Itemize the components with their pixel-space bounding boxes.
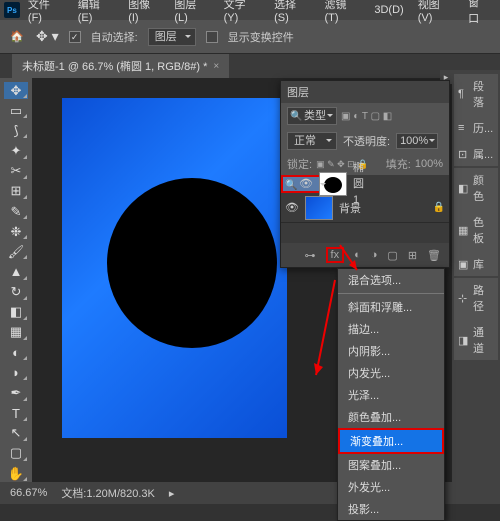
home-icon[interactable]: 🏠 [8, 28, 26, 46]
adjustment-icon[interactable]: ◑ [371, 249, 378, 261]
fx-gradient-overlay[interactable]: 渐变叠加... [338, 428, 444, 454]
group-icon[interactable]: ▢ [387, 249, 397, 262]
menu-layer[interactable]: 图层(L) [168, 0, 215, 26]
type-tool[interactable]: T [4, 405, 28, 422]
lasso-tool[interactable]: ⟆ [4, 122, 28, 139]
auto-select-label: 自动选择: [91, 29, 138, 45]
panel-history[interactable]: ≡历... [456, 119, 496, 137]
gradient-tool[interactable]: ▦ [4, 324, 28, 341]
visibility-icon[interactable]: 👁 [299, 176, 313, 192]
tab-title: 未标题-1 @ 66.7% (椭圆 1, RGB/8#) * [22, 58, 207, 74]
visibility-icon[interactable]: 👁 [285, 201, 299, 214]
layer-list: 👁 椭圆 1 👁 背景 🔒 [281, 175, 449, 243]
auto-select-checkbox[interactable] [69, 31, 81, 43]
marquee-tool[interactable]: ▭ [4, 102, 28, 119]
menu-bar: Ps 文件(F) 编辑(E) 图像(I) 图层(L) 文字(Y) 选择(S) 滤… [0, 0, 500, 20]
close-tab-icon[interactable]: × [213, 61, 219, 72]
panel-swatches[interactable]: ▦色板 [456, 213, 496, 247]
fx-pattern-overlay[interactable]: 图案叠加... [338, 454, 444, 476]
fx-outer-glow[interactable]: 外发光... [338, 476, 444, 498]
new-layer-icon[interactable]: ⊞ [408, 249, 417, 262]
auto-select-dropdown[interactable]: 图层 [148, 28, 196, 46]
fx-satin[interactable]: 光泽... [338, 384, 444, 406]
panel-properties[interactable]: ⊡属... [456, 145, 496, 163]
fx-context-menu: 混合选项... 斜面和浮雕... 描边... 内阴影... 内发光... 光泽.… [337, 268, 445, 521]
menu-type[interactable]: 文字(Y) [218, 0, 266, 26]
panel-paragraph[interactable]: ¶段落 [456, 77, 496, 111]
panel-color[interactable]: ◧颜色 [456, 171, 496, 205]
right-panel-strip: ¶段落 ≡历... ⊡属... ◧颜色 ▦色板 ▣库 ⊹路径 ◨通道 [452, 70, 500, 482]
magic-wand-tool[interactable]: ✦ [4, 142, 28, 159]
stamp-tool[interactable]: ▲ [4, 263, 28, 280]
layer-thumbnail[interactable] [319, 172, 347, 196]
fill-value[interactable]: 100% [415, 158, 443, 170]
move-tool[interactable]: ✥ [4, 82, 28, 99]
document-tab-bar: 未标题-1 @ 66.7% (椭圆 1, RGB/8#) * × [0, 54, 500, 78]
app-logo: Ps [4, 2, 20, 18]
menu-select[interactable]: 选择(S) [268, 0, 316, 26]
show-transform-checkbox[interactable] [206, 31, 218, 43]
status-chevron-icon[interactable]: ▸ [169, 487, 175, 500]
opacity-value[interactable]: 100% [396, 133, 438, 149]
history-brush-tool[interactable]: ↻ [4, 284, 28, 301]
eraser-tool[interactable]: ◧ [4, 304, 28, 321]
pen-tool[interactable]: ✒ [4, 384, 28, 401]
menu-image[interactable]: 图像(I) [122, 0, 166, 26]
toolbox: ✥ ▭ ⟆ ✦ ✂ ⊞ ✎ ❉ 🖌 ▲ ↻ ◧ ▦ ◐ ◗ ✒ T ↖ ▢ ✋ [0, 78, 32, 482]
fx-stroke[interactable]: 描边... [338, 318, 444, 340]
link-layers-icon[interactable]: ⊶ [305, 249, 316, 262]
doc-size: 文档:1.20M/820.3K [61, 485, 155, 501]
zoom-level[interactable]: 66.67% [10, 487, 47, 499]
layer-filter-icons[interactable]: ▣ ◐ T ▢ ◧ [341, 111, 392, 122]
blend-mode-dropdown[interactable]: 正常 [287, 132, 337, 150]
opacity-label: 不透明度: [343, 133, 390, 149]
menu-filter[interactable]: 滤镜(T) [319, 0, 367, 26]
fill-label: 填充: [386, 156, 411, 172]
panel-channels[interactable]: ◨通道 [456, 323, 496, 357]
eyedropper-tool[interactable]: ✎ [4, 203, 28, 220]
layer-ellipse[interactable]: 👁 椭圆 1 [281, 175, 331, 193]
dodge-tool[interactable]: ◗ [4, 364, 28, 381]
document-tab[interactable]: 未标题-1 @ 66.7% (椭圆 1, RGB/8#) * × [12, 54, 229, 78]
frame-tool[interactable]: ⊞ [4, 183, 28, 200]
panel-libraries[interactable]: ▣库 [456, 255, 496, 273]
hand-tool[interactable]: ✋ [4, 465, 28, 482]
menu-3d[interactable]: 3D(D) [368, 2, 409, 18]
fx-drop-shadow[interactable]: 投影... [338, 498, 444, 520]
menu-view[interactable]: 视图(V) [412, 0, 460, 26]
mask-icon[interactable]: ◐ [354, 249, 361, 261]
healing-tool[interactable]: ❉ [4, 223, 28, 240]
layers-footer: ⊶ fx ◐ ◑ ▢ ⊞ 🗑 [281, 243, 449, 267]
menu-window[interactable]: 窗口 [462, 0, 496, 28]
menu-file[interactable]: 文件(F) [22, 0, 70, 26]
layers-panel-title: 图层 [281, 81, 449, 103]
fx-button[interactable]: fx [326, 247, 345, 263]
menu-edit[interactable]: 编辑(E) [72, 0, 120, 26]
layer-filter-type[interactable]: 类型 [287, 107, 337, 125]
lock-label: 锁定: [287, 156, 312, 172]
fx-inner-glow[interactable]: 内发光... [338, 362, 444, 384]
panel-paths[interactable]: ⊹路径 [456, 281, 496, 315]
fx-blend-options[interactable]: 混合选项... [338, 269, 444, 291]
canvas[interactable] [62, 98, 287, 438]
fx-color-overlay[interactable]: 颜色叠加... [338, 406, 444, 428]
blur-tool[interactable]: ◐ [4, 344, 28, 361]
path-tool[interactable]: ↖ [4, 425, 28, 442]
layer-name[interactable]: 椭圆 1 [353, 160, 364, 208]
ellipse-shape[interactable] [107, 178, 277, 348]
layer-background[interactable]: 👁 背景 🔒 [281, 193, 449, 223]
layer-thumbnail[interactable] [305, 196, 333, 220]
fx-inner-shadow[interactable]: 内阴影... [338, 340, 444, 362]
lock-icon: 🔒 [433, 202, 445, 213]
show-transform-label: 显示变换控件 [228, 29, 294, 45]
shape-tool[interactable]: ▢ [4, 445, 28, 462]
crop-tool[interactable]: ✂ [4, 163, 28, 180]
brush-tool[interactable]: 🖌 [4, 243, 28, 260]
delete-icon[interactable]: 🗑 [427, 249, 441, 262]
fx-bevel[interactable]: 斜面和浮雕... [338, 296, 444, 318]
layers-panel: 图层 类型 ▣ ◐ T ▢ ◧ 正常 不透明度: 100% 锁定: ▣ ✎ ✥ … [280, 80, 450, 268]
move-tool-icon: ✥ ▾ [36, 28, 59, 45]
